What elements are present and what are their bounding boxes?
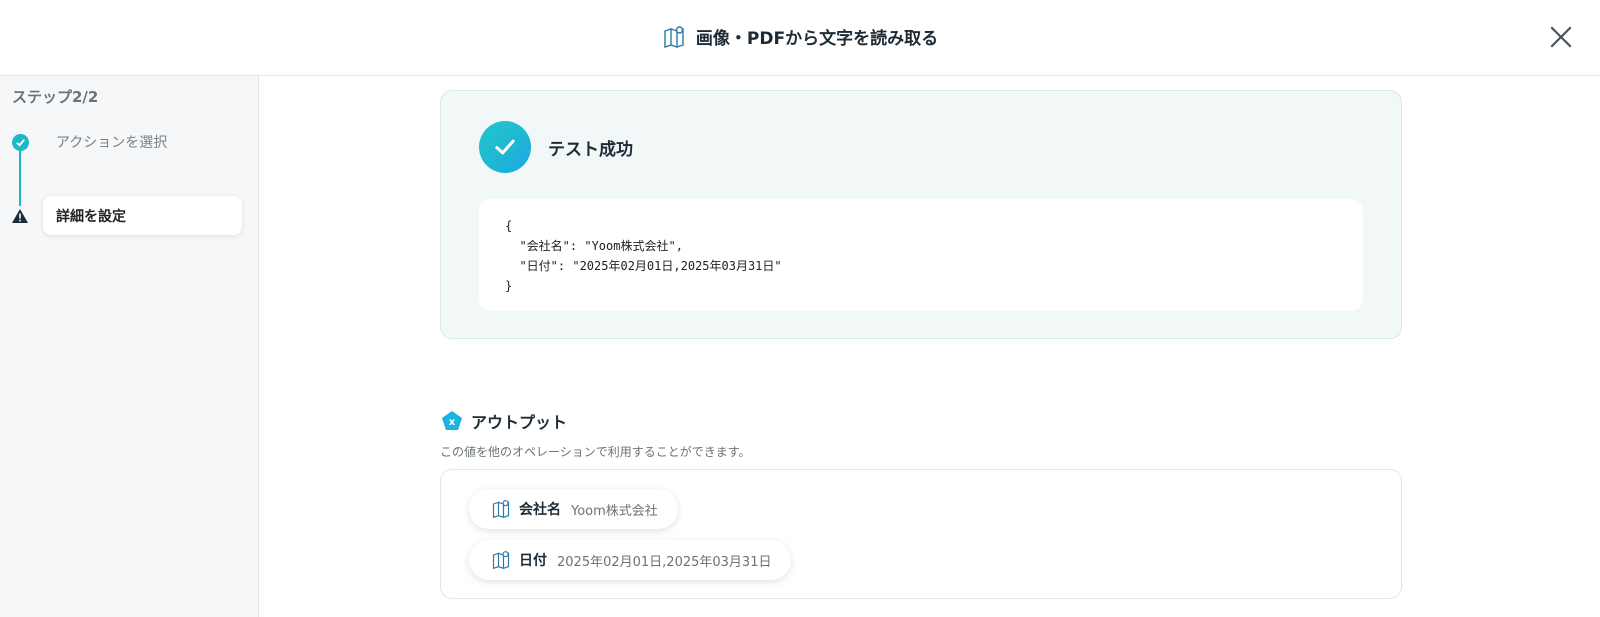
- svg-text:x: x: [449, 417, 456, 428]
- output-value: 2025年02月01日,2025年03月31日: [557, 554, 772, 570]
- output-value: Yoom株式会社: [571, 503, 658, 519]
- json-line: {: [505, 219, 513, 233]
- modal-title-text: 画像・PDFから文字を読み取る: [695, 29, 939, 49]
- warning-icon: [12, 209, 28, 223]
- document-ocr-icon: [492, 500, 510, 519]
- output-panel: 会社名 Yoom株式会社 日付 2025年02月01日,2025年03月31日: [440, 469, 1402, 599]
- step-item-label: 詳細を設定: [56, 208, 126, 225]
- output-chip-company[interactable]: 会社名 Yoom株式会社: [469, 489, 678, 529]
- close-icon[interactable]: [1548, 24, 1574, 50]
- check-circle-icon: [479, 121, 531, 173]
- output-description: この値を他のオペレーションで利用することができます。: [440, 445, 751, 459]
- json-line: "会社名": "Yoom株式会社",: [505, 239, 683, 253]
- step-connector-line: [19, 144, 21, 206]
- test-result-panel: テスト成功 { "会社名": "Yoom株式会社", "日付": "2025年0…: [440, 90, 1402, 339]
- step-counter: ステップ2/2: [12, 88, 99, 106]
- step-item-select-action[interactable]: アクションを選択: [56, 132, 167, 152]
- document-ocr-icon: [664, 25, 684, 48]
- modal-header: 画像・PDFから文字を読み取る: [0, 0, 1600, 76]
- modal-title: 画像・PDFから文字を読み取る: [0, 24, 1600, 49]
- json-line: }: [505, 279, 513, 293]
- step-item-detail-settings[interactable]: 詳細を設定: [43, 196, 242, 235]
- json-result-block: { "会社名": "Yoom株式会社", "日付": "2025年02月01日,…: [479, 199, 1363, 311]
- step-sidebar: ステップ2/2 アクションを選択 詳細を設定: [0, 76, 259, 617]
- output-header: x アウトプット: [441, 409, 567, 433]
- output-title: アウトプット: [471, 413, 568, 432]
- output-chip-date[interactable]: 日付 2025年02月01日,2025年03月31日: [469, 540, 792, 580]
- test-status-text: テスト成功: [548, 140, 633, 160]
- document-ocr-icon: [492, 551, 510, 570]
- output-key: 会社名: [519, 502, 561, 518]
- output-variable-icon: x: [442, 411, 462, 430]
- json-line: "日付": "2025年02月01日,2025年03月31日": [505, 259, 782, 273]
- output-key: 日付: [519, 553, 547, 569]
- check-circle-icon: [12, 134, 29, 151]
